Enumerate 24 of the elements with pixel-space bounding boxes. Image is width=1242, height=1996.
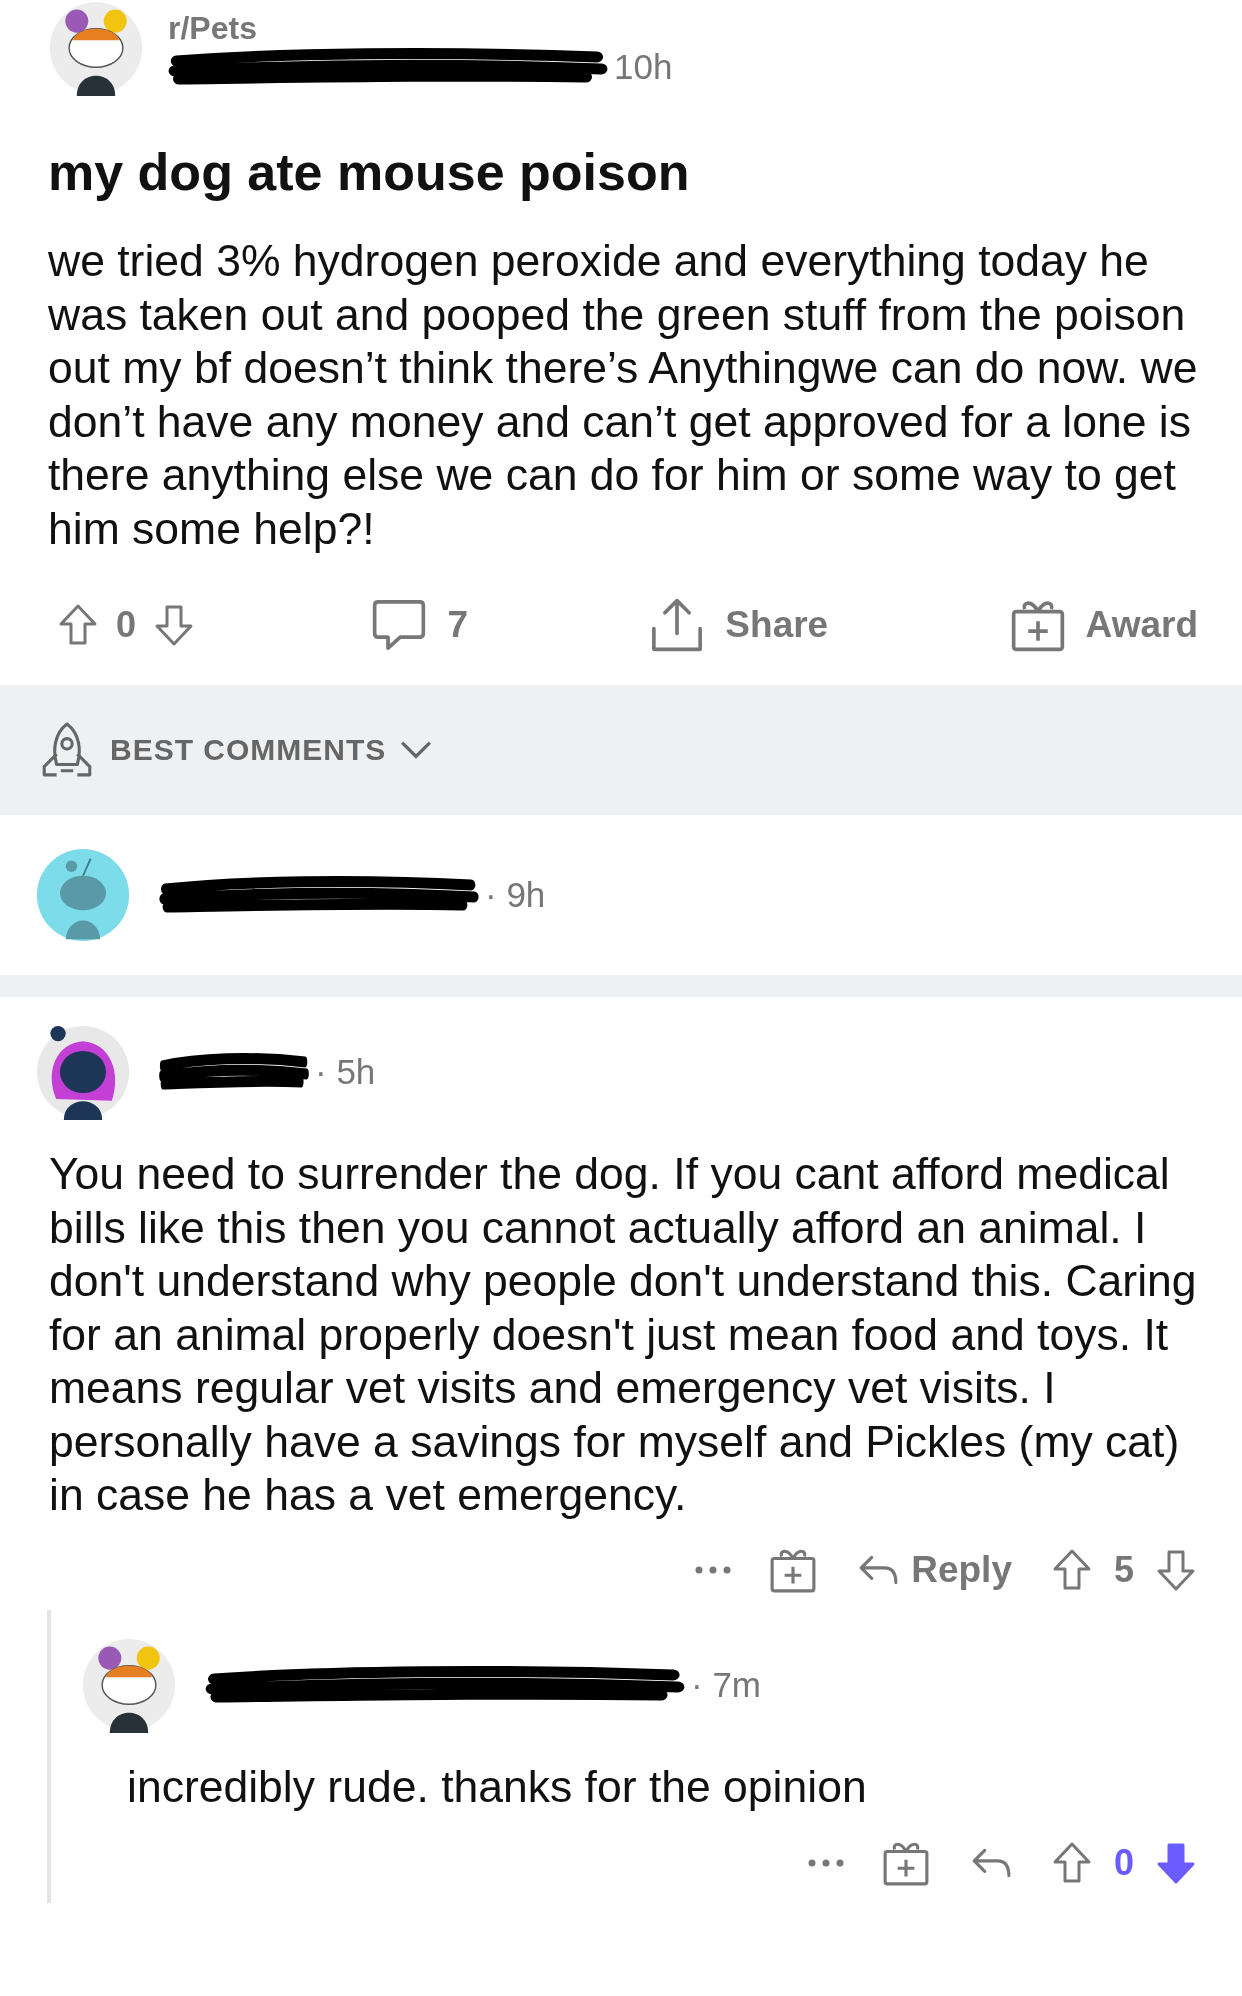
comment-age: · 5h	[315, 1052, 376, 1092]
upvote-icon[interactable]	[1051, 1547, 1092, 1592]
sort-button[interactable]: BEST COMMENTS	[34, 717, 437, 783]
award-button[interactable]: Award	[1005, 593, 1202, 657]
chevron-down-icon	[400, 740, 433, 760]
upvote-icon[interactable]	[58, 603, 98, 647]
comment-icon	[371, 597, 428, 653]
comment-body: You need to surrender the dog. If you cant afford medical bills like this then you cannot actually afford an animal. I don't understand why people don't understand this. Caring for an animal properly doesn't just mean food and toys. It means regular vet visits and emergency vet visits. I personally have a savings for myself and Pickles (my cat) in case he has a vet emergency.	[49, 1148, 1198, 1521]
reply-button[interactable]: Reply	[853, 1544, 1016, 1595]
comment-age: · 7m	[691, 1664, 761, 1705]
comments-button[interactable]: 7	[367, 593, 472, 657]
downvote-icon[interactable]	[1156, 1841, 1196, 1885]
share-button[interactable]: Share	[645, 593, 833, 657]
post-body: we tried 3% hydrogen peroxide and everything today he was taken out and pooped the green stuff from the poison out my bf doesn’t think there’s Anythingwe can do now. we don’t have any money and can’t get approved for a lone is there anything else we can do for him or some way to get him some help?!	[48, 235, 1199, 555]
downvote-icon[interactable]	[154, 603, 195, 647]
post-age: 10h	[614, 46, 673, 87]
post-score: 0	[116, 604, 137, 646]
subreddit-name[interactable]: r/Pets	[168, 9, 673, 47]
post-title: my dog ate mouse poison	[48, 142, 691, 202]
comment-score: 0	[1113, 1842, 1134, 1884]
comment-score: 5	[1113, 1548, 1134, 1591]
comment-age: · 9h	[485, 875, 546, 915]
comment-body: incredibly rude. thanks for the opinion	[127, 1760, 868, 1813]
upvote-icon[interactable]	[1051, 1841, 1092, 1885]
